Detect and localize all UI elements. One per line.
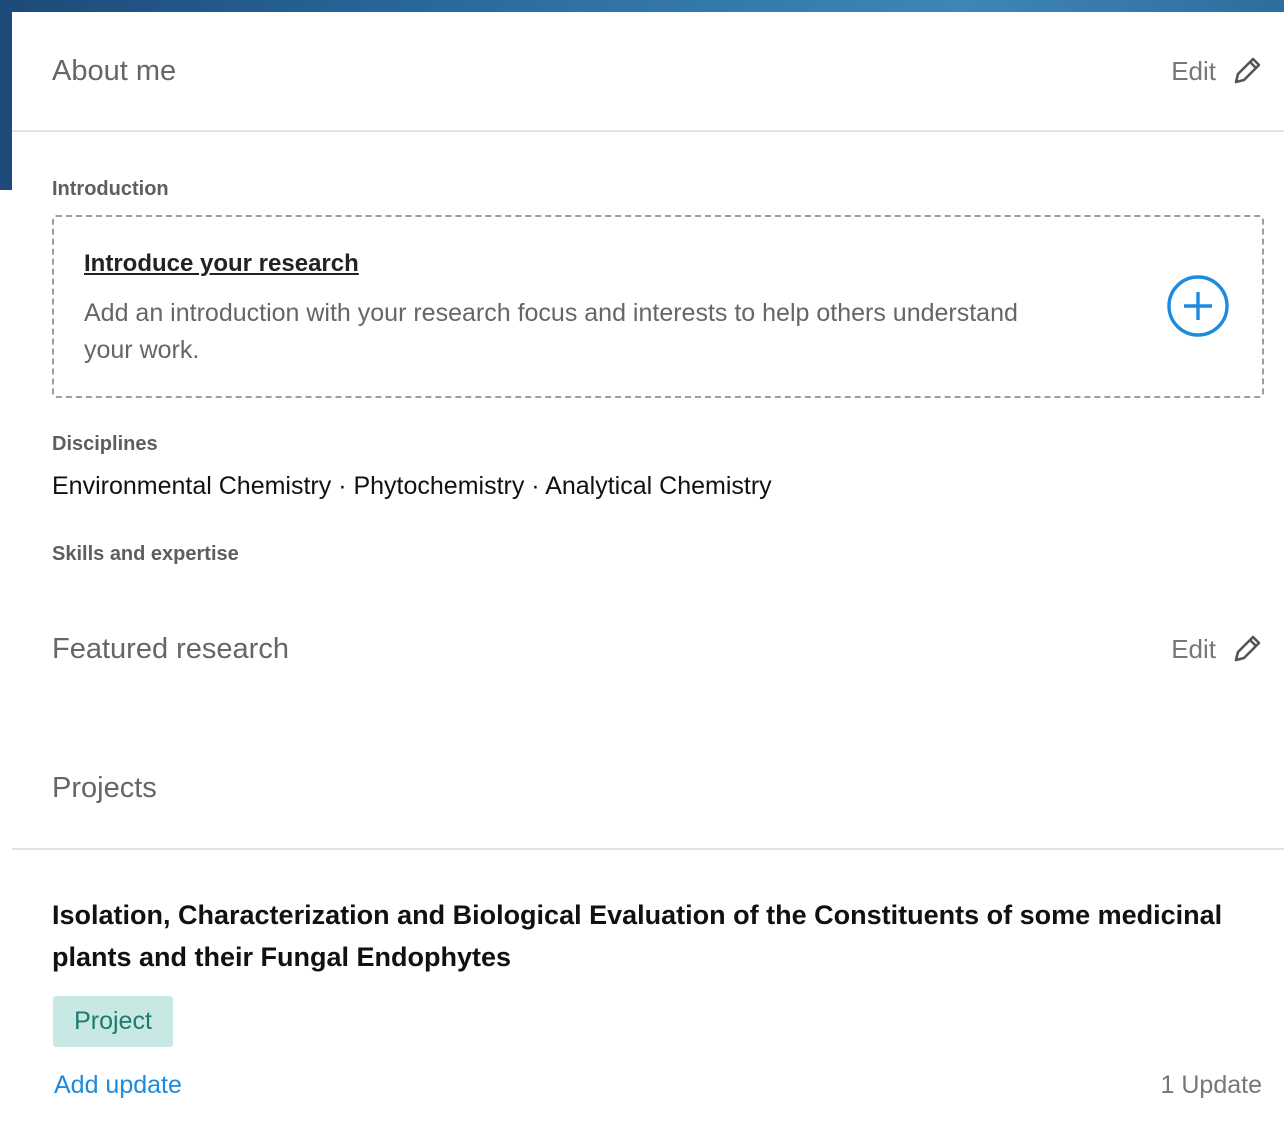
about-me-title: About me (52, 54, 177, 87)
project-title[interactable]: Isolation, Characterization and Biologic… (52, 894, 1232, 978)
about-me-edit-button[interactable]: Edit (1171, 54, 1264, 88)
disciplines-list: Environmental Chemistry · Phytochemistry… (52, 472, 772, 500)
featured-research-header: Featured research Edit (12, 608, 1284, 690)
featured-research-title: Featured research (52, 632, 289, 665)
about-me-card: About me Edit Introduction Introduce you… (12, 12, 1284, 580)
about-me-header: About me Edit (12, 12, 1284, 132)
projects-title: Projects (52, 771, 157, 804)
update-count[interactable]: 1 Update (1161, 1071, 1262, 1100)
pencil-icon (1234, 57, 1261, 84)
disciplines-label: Disciplines (52, 433, 158, 455)
featured-research-edit-button[interactable]: Edit (1171, 632, 1264, 666)
skills-expertise-label: Skills and expertise (52, 543, 239, 565)
featured-research-card: Featured research Edit (12, 608, 1284, 690)
projects-card: Projects Isolation, Characterization and… (12, 728, 1284, 1145)
introduce-research-link[interactable]: Introduce your research (84, 250, 359, 278)
projects-header: Projects (12, 728, 1284, 850)
introduction-placeholder-box[interactable]: Introduce your research Add an introduct… (52, 215, 1264, 398)
add-update-link[interactable]: Add update (54, 1071, 182, 1100)
introduction-label: Introduction (52, 178, 169, 200)
introduction-description: Add an introduction with your research f… (84, 299, 1018, 364)
pencil-icon (1234, 635, 1261, 662)
edit-label: Edit (1171, 633, 1216, 664)
plus-circle-icon[interactable] (1166, 274, 1230, 338)
project-type-badge: Project (53, 996, 173, 1047)
edit-label: Edit (1171, 55, 1216, 86)
